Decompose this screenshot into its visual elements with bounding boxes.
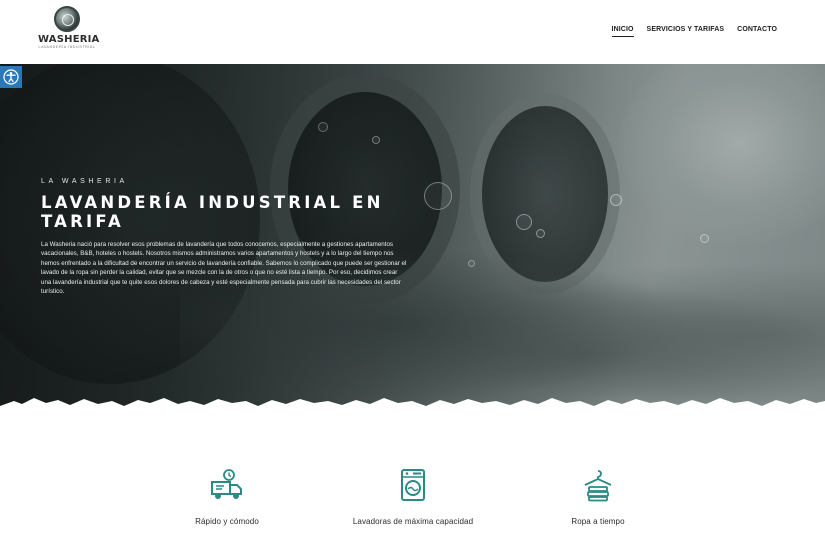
- delivery-truck-clock-icon: [211, 469, 242, 499]
- main-nav: INICIO SERVICIOS Y TARIFAS CONTACTO: [611, 26, 777, 37]
- feature-ropa-a-tiempo: Ropa a tiempo: [513, 468, 683, 526]
- feature-label: Rápido y cómodo: [195, 517, 259, 526]
- feature-rapido: Rápido y cómodo: [142, 468, 312, 526]
- nav-item-contacto[interactable]: CONTACTO: [737, 26, 777, 37]
- feature-label: Lavadoras de máxima capacidad: [352, 517, 474, 526]
- nav-item-inicio[interactable]: INICIO: [611, 26, 634, 37]
- torn-paper-divider: [0, 398, 825, 424]
- hero-section: LA WASHERIA LAVANDERÍA INDUSTRIAL EN TAR…: [0, 64, 825, 424]
- logo-word: WASHERIA: [38, 34, 100, 45]
- site-header: WASHERIA LAVANDERÍA INDUSTRIAL INICIO SE…: [0, 0, 825, 64]
- accessibility-button[interactable]: [0, 66, 22, 88]
- nav-item-servicios[interactable]: SERVICIOS Y TARIFAS: [647, 26, 725, 37]
- logo-badge-icon: [54, 6, 80, 32]
- features-section: Rápido y cómodo Lavadoras de máxima capa…: [0, 424, 825, 550]
- hero-title: LAVANDERÍA INDUSTRIAL EN TARIFA: [41, 193, 384, 231]
- folded-clothes-hanger-icon: [584, 470, 612, 502]
- site-logo[interactable]: WASHERIA LAVANDERÍA INDUSTRIAL: [38, 6, 100, 58]
- washing-machine-icon: [401, 469, 425, 501]
- feature-label: Ropa a tiempo: [571, 517, 625, 526]
- hero-description: La Washeria nació para resolver esos pro…: [41, 241, 407, 296]
- feature-lavadoras: Lavadoras de máxima capacidad: [328, 468, 498, 526]
- hero-kicker: LA WASHERIA: [41, 178, 128, 185]
- accessibility-icon: [3, 69, 19, 85]
- logo-tagline: LAVANDERÍA INDUSTRIAL: [38, 45, 96, 49]
